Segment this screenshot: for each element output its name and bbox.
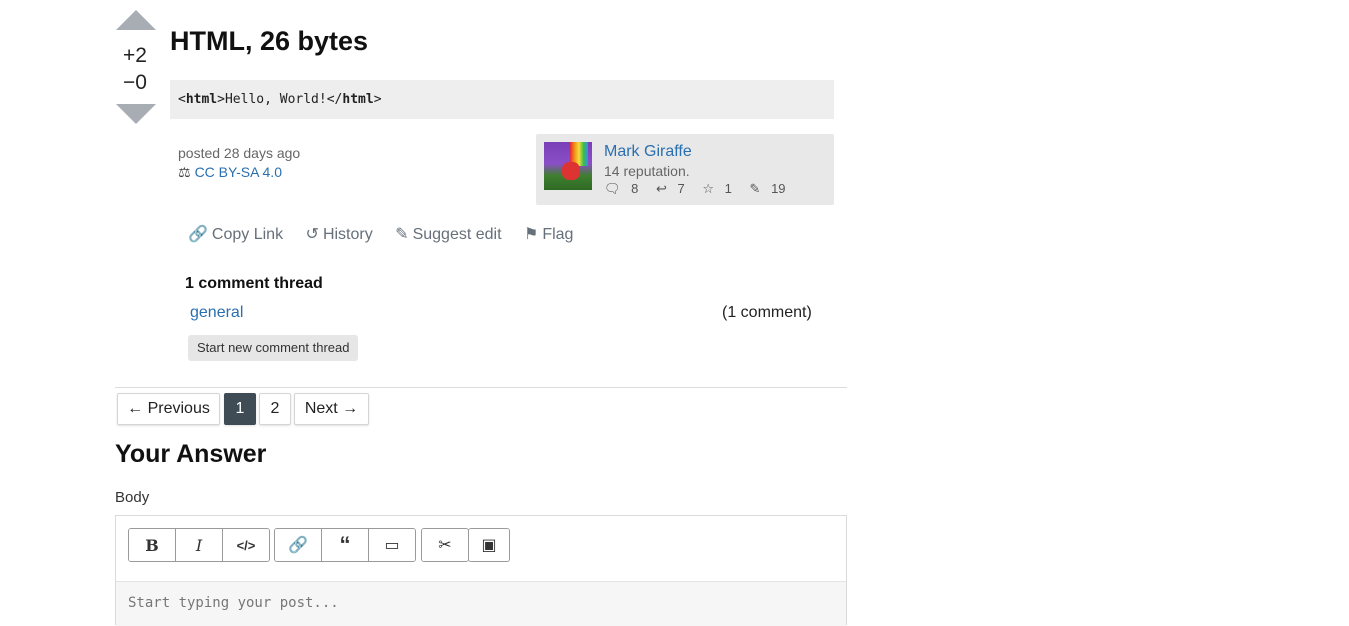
answer-editor: B I </> 🔗 “ ▭ ✂ ▣ Start typing your post…	[115, 515, 847, 626]
tools-button[interactable]: ✂	[422, 529, 468, 561]
flag-icon: ⚑	[523, 226, 539, 243]
divider	[115, 387, 847, 388]
license: ⚖ CC BY-SA 4.0	[178, 164, 282, 181]
upvote-count: +2	[123, 44, 147, 67]
link-icon: 🔗	[288, 537, 308, 554]
code-icon: </>	[236, 537, 256, 553]
tools-group: ✂	[421, 528, 469, 562]
author-stats: 🗨 8 ↩ 7 ☆ 1 ✎ 19	[604, 181, 800, 197]
posted-date: posted 28 days ago	[178, 145, 301, 161]
pagination-next[interactable]: Next →	[294, 393, 369, 425]
star-stat: ☆ 1	[702, 181, 732, 196]
italic-button[interactable]: I	[176, 529, 223, 561]
post-body-textarea[interactable]: Start typing your post...	[116, 582, 846, 626]
tools-icon: ✂	[438, 537, 452, 554]
editor-toolbar: B I </> 🔗 “ ▭ ✂ ▣	[116, 516, 846, 582]
bold-button[interactable]: B	[129, 529, 176, 561]
insert-group: 🔗 “ ▭	[274, 528, 416, 562]
pencil-icon: ✎	[395, 226, 409, 243]
thread-link-general[interactable]: general	[190, 304, 243, 322]
pencil-icon: ✎	[749, 181, 761, 196]
scale-icon: ⚖	[178, 164, 191, 180]
comment-icon: 🗨	[604, 181, 621, 196]
post-title: HTML, 26 bytes	[170, 26, 369, 56]
history-button[interactable]: ↺ History	[306, 224, 373, 244]
code-block: <html>Hello, World!</html>	[170, 80, 834, 119]
image-button[interactable]: ▭	[369, 529, 415, 561]
comment-stat: 🗨 8	[604, 181, 639, 196]
thread-comment-count: (1 comment)	[722, 304, 812, 321]
reply-icon: ↩	[656, 181, 667, 196]
save-group: ▣	[468, 528, 510, 562]
image-icon: ▭	[384, 537, 400, 554]
code-text: Hello, World!	[224, 92, 327, 107]
code-open-tag: html	[185, 92, 218, 107]
save-draft-button[interactable]: ▣	[469, 529, 509, 561]
pagination-page-1[interactable]: 1	[224, 393, 256, 425]
your-answer-heading: Your Answer	[115, 440, 267, 468]
downvote-count: −0	[123, 71, 147, 94]
body-label: Body	[115, 489, 150, 506]
code-close-tag: html	[342, 92, 374, 107]
author-card: Mark Giraffe 14 reputation. 🗨 8 ↩ 7 ☆ 1 …	[536, 134, 834, 205]
body-placeholder: Start typing your post...	[128, 595, 339, 611]
pagination-page-2[interactable]: 2	[259, 393, 291, 425]
edit-stat: ✎ 19	[749, 181, 786, 196]
comment-threads-heading: 1 comment thread	[185, 275, 323, 292]
quote-button[interactable]: “	[322, 529, 369, 561]
author-name[interactable]: Mark Giraffe	[604, 143, 692, 161]
avatar[interactable]	[544, 142, 592, 190]
flag-button[interactable]: ⚑ Flag	[524, 224, 573, 244]
license-link[interactable]: CC BY-SA 4.0	[195, 164, 282, 180]
link-button[interactable]: 🔗	[275, 529, 322, 561]
bold-icon: B	[145, 535, 159, 555]
format-group: B I </>	[128, 528, 270, 562]
save-icon: ▣	[481, 537, 497, 554]
italic-icon: I	[195, 535, 203, 555]
copy-link-button[interactable]: 🔗 Copy Link	[188, 224, 283, 244]
history-icon: ↺	[305, 226, 319, 243]
upvote-arrow[interactable]	[116, 10, 156, 30]
link-icon: 🔗	[188, 226, 208, 243]
quote-icon: “	[339, 532, 351, 557]
post-actions: 🔗 Copy Link ↺ History ✎ Suggest edit ⚑ Flag	[188, 224, 591, 244]
author-reputation: 14 reputation.	[604, 163, 690, 179]
suggest-edit-button[interactable]: ✎ Suggest edit	[395, 224, 501, 244]
start-comment-thread-button[interactable]: Start new comment thread	[188, 335, 359, 361]
code-button[interactable]: </>	[223, 529, 269, 561]
star-icon: ☆	[702, 181, 715, 196]
reply-stat: ↩ 7	[656, 181, 685, 196]
downvote-arrow[interactable]	[116, 104, 156, 124]
pagination-previous[interactable]: ← Previous	[117, 393, 220, 425]
